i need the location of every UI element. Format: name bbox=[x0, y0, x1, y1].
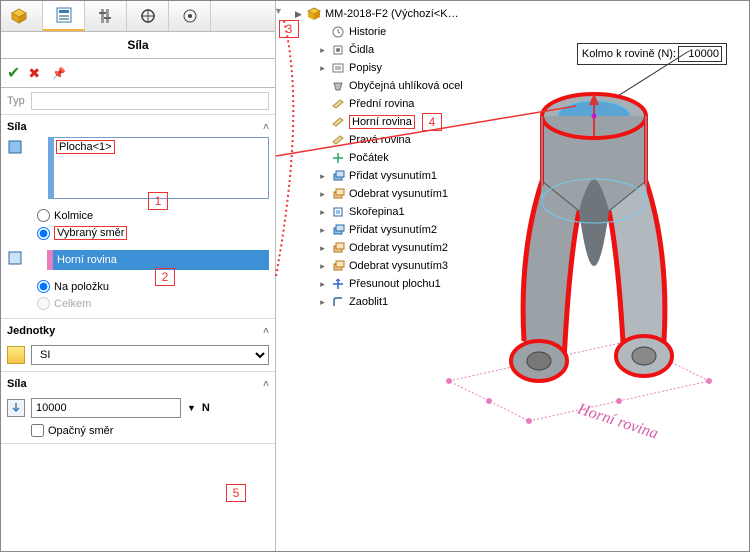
cut-icon bbox=[331, 187, 345, 201]
tree-item-label: Skořepina1 bbox=[349, 206, 405, 218]
face-select-icon bbox=[7, 139, 23, 155]
callout-2: 2 bbox=[155, 268, 175, 286]
sensor-icon bbox=[331, 43, 345, 57]
ok-cancel-bar: ✔ ✖ 📌 bbox=[1, 59, 275, 88]
callout-4: 4 bbox=[422, 113, 442, 131]
model-view[interactable] bbox=[429, 61, 729, 461]
tree-item-label: Horní rovina bbox=[349, 115, 415, 129]
selected-face-item[interactable]: Plocha<1> bbox=[56, 140, 115, 154]
panel-title: Síla bbox=[1, 32, 275, 59]
plane-icon bbox=[331, 97, 345, 111]
tab-features[interactable] bbox=[1, 1, 43, 31]
tree-item-label: Přední rovina bbox=[349, 98, 414, 110]
cut-icon bbox=[331, 241, 345, 255]
tree-item-label: Přesunout plochu1 bbox=[349, 278, 441, 290]
face-selection-list[interactable]: Plocha<1> bbox=[53, 137, 269, 199]
tree-root[interactable]: ▶ MM-2018-F2 (Výchozí<K… bbox=[290, 5, 550, 23]
annot-icon bbox=[331, 61, 345, 75]
move-icon bbox=[331, 277, 345, 291]
part-icon bbox=[307, 7, 321, 21]
tree-root-label: MM-2018-F2 (Výchozí<K… bbox=[325, 8, 459, 20]
tree-item-label: Zaoblit1 bbox=[349, 296, 388, 308]
extrude-icon bbox=[331, 223, 345, 237]
material-icon bbox=[331, 79, 345, 93]
ruler-icon bbox=[7, 346, 25, 364]
tree-item-label: Pravá rovina bbox=[349, 134, 411, 146]
ok-button[interactable]: ✔ bbox=[7, 63, 20, 83]
extrude-icon bbox=[331, 169, 345, 183]
tab-display[interactable] bbox=[169, 1, 211, 31]
callout-3: 3 bbox=[279, 20, 299, 38]
plane-icon bbox=[331, 115, 345, 129]
origin-icon bbox=[331, 151, 345, 165]
direction-selection-field[interactable]: Horní rovina bbox=[53, 250, 269, 270]
section-units: Jednotky ˄ SI bbox=[1, 319, 275, 372]
radio-per-item[interactable]: Na položku bbox=[37, 278, 269, 295]
section-head-units[interactable]: Jednotky ˄ bbox=[7, 325, 269, 341]
tooltip-label: Kolmo k rovině (N): bbox=[582, 48, 676, 60]
flyout-dropdown-icon[interactable]: ▼ bbox=[274, 6, 283, 16]
shell-icon bbox=[331, 205, 345, 219]
type-field[interactable] bbox=[31, 92, 269, 110]
force-value-input[interactable] bbox=[31, 398, 181, 418]
property-panel: Síla ✔ ✖ 📌 Typ Síla ˄ Plocha<1> bbox=[1, 1, 276, 551]
plane-icon bbox=[331, 133, 345, 147]
dropdown-icon[interactable]: ▼ bbox=[187, 403, 196, 413]
tree-item-label: Počátek bbox=[349, 152, 389, 164]
chevron-up-icon: ˄ bbox=[263, 379, 269, 390]
section-head-force[interactable]: Síla ˄ bbox=[7, 378, 269, 394]
radio-total[interactable]: Celkem bbox=[37, 295, 269, 312]
chevron-up-icon: ˄ bbox=[263, 326, 269, 337]
fillet-icon bbox=[331, 295, 345, 309]
tree-item-label: Popisy bbox=[349, 62, 382, 74]
tree-item-label: Čidla bbox=[349, 44, 374, 56]
radio-selected-direction[interactable]: Vybraný směr bbox=[37, 224, 269, 242]
tab-dimxpert[interactable] bbox=[127, 1, 169, 31]
history-icon bbox=[331, 25, 345, 39]
force-normal-icon[interactable] bbox=[7, 399, 25, 417]
section-head-sila[interactable]: Síla ˄ bbox=[7, 121, 269, 137]
force-unit-label: N bbox=[202, 402, 210, 414]
cancel-button[interactable]: ✖ bbox=[28, 65, 40, 82]
tree-item[interactable]: Historie bbox=[290, 23, 550, 41]
cut-icon bbox=[331, 259, 345, 273]
tree-item[interactable]: ▸Čidla bbox=[290, 41, 550, 59]
tree-item-label: Přidat vysunutím2 bbox=[349, 224, 437, 236]
section-force-value: Síla ˄ ▼ N Opačný směr bbox=[1, 372, 275, 444]
pin-button[interactable]: 📌 bbox=[52, 67, 66, 80]
callout-5: 5 bbox=[226, 484, 246, 502]
tree-item-label: Přidat vysunutím1 bbox=[349, 170, 437, 182]
chevron-up-icon: ˄ bbox=[263, 122, 269, 133]
tree-item-label: Historie bbox=[349, 26, 386, 38]
callout-1: 1 bbox=[148, 192, 168, 210]
direction-ref-icon bbox=[7, 250, 23, 266]
type-label: Typ bbox=[7, 95, 25, 107]
units-select[interactable]: SI bbox=[31, 345, 269, 365]
panel-tabs bbox=[1, 1, 275, 32]
tab-config[interactable] bbox=[85, 1, 127, 31]
reverse-direction-checkbox[interactable]: Opačný směr bbox=[31, 424, 269, 437]
tab-property-manager[interactable] bbox=[43, 1, 85, 31]
section-force-target: Síla ˄ Plocha<1> Kolmice Vybraný směr Ho… bbox=[1, 115, 275, 319]
type-row: Typ bbox=[1, 88, 275, 115]
graphics-area[interactable]: ▼ ▶ MM-2018-F2 (Výchozí<K… Historie ▸Čidl… bbox=[276, 1, 749, 551]
